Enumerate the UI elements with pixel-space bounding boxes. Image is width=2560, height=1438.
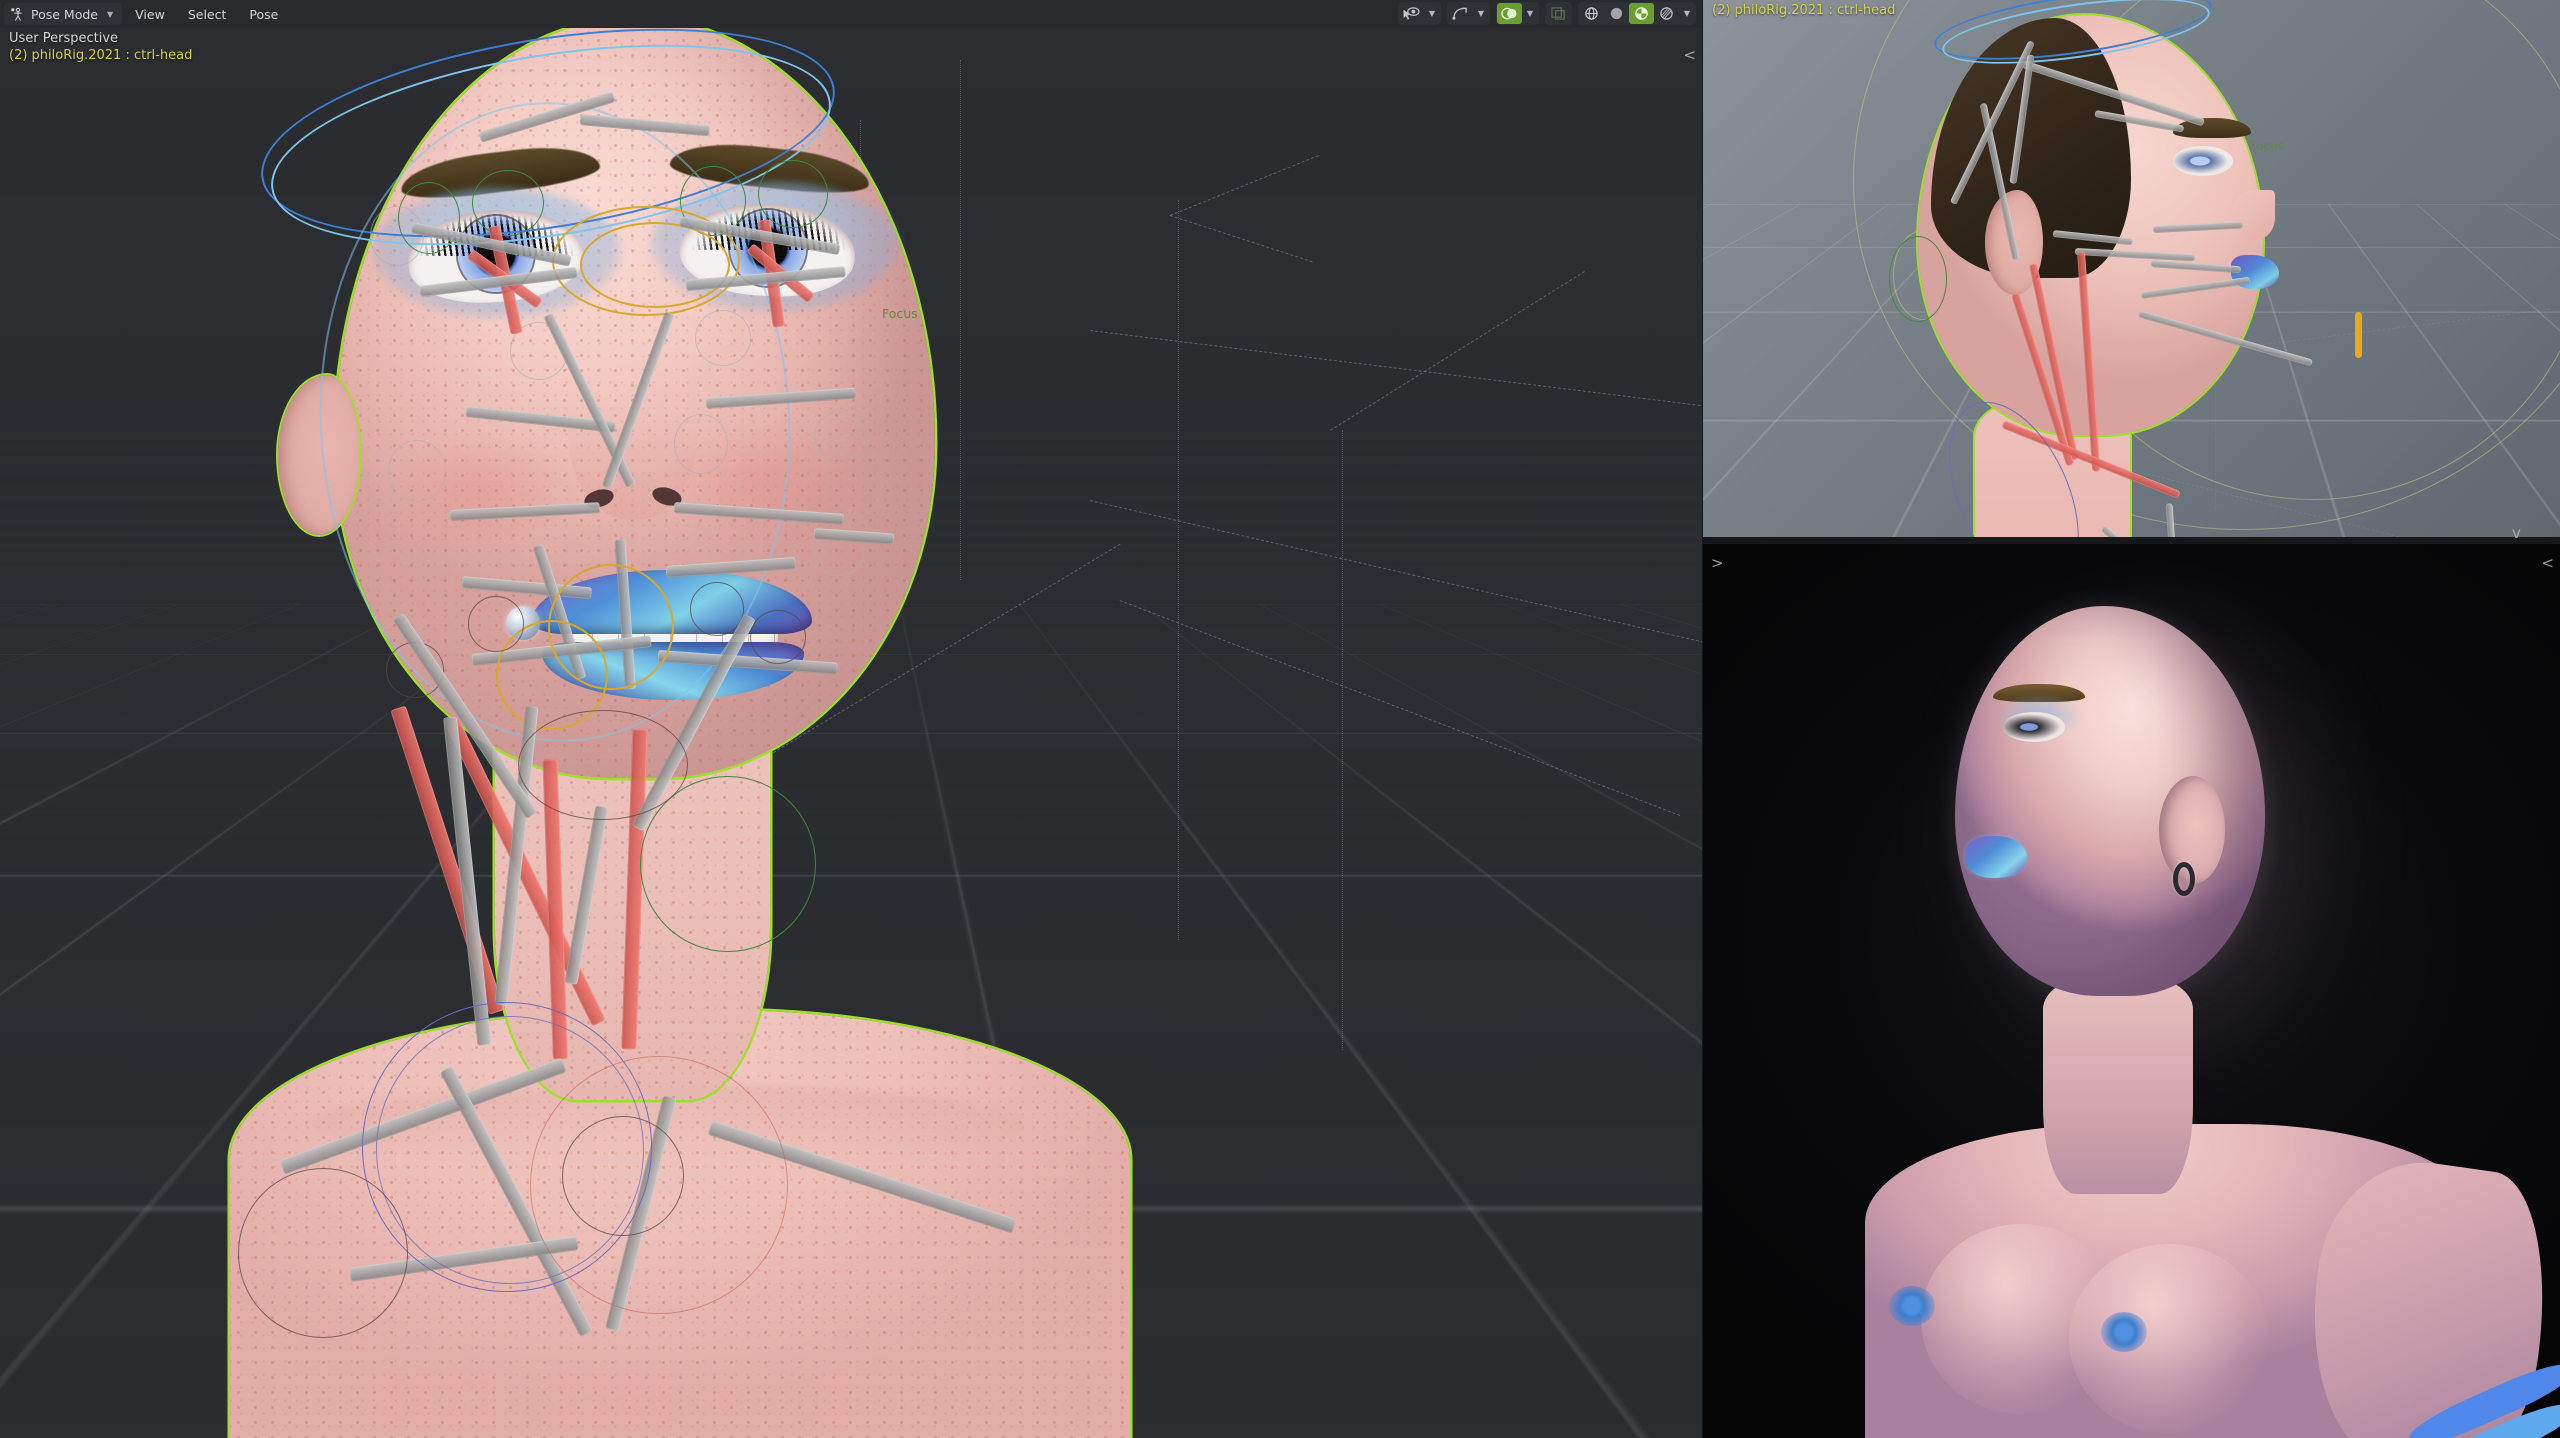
gizmo-arc-arrow-icon[interactable]: [1448, 3, 1473, 24]
object-visibility-group: ▼: [1398, 2, 1441, 25]
main-3d-viewport[interactable]: User Perspective (2) philoRig.2021 : ctr…: [0, 0, 1702, 1438]
character-mesh[interactable]: [150, 0, 1270, 1438]
bone-ring-sternum[interactable]: [562, 1116, 684, 1236]
rendered-sphere-icon[interactable]: [1654, 3, 1679, 24]
menu-select-label: Select: [187, 6, 227, 22]
material-preview-icon[interactable]: [1629, 3, 1654, 24]
bone-ring-shoulder-left[interactable]: [238, 1168, 408, 1338]
shading-mode-group: ▼: [1578, 2, 1696, 25]
solid-sphere-icon[interactable]: [1604, 3, 1629, 24]
eye-cursor-icon[interactable]: [1399, 3, 1424, 24]
object-visibility-dropdown[interactable]: ▼: [1424, 3, 1440, 24]
bone-ring-cheek-left[interactable]: [388, 440, 446, 502]
side-profile-viewport[interactable]: (2) philoRig.2021 : ctrl-head Focus: [1703, 0, 2560, 537]
bone-ring-chin[interactable]: [518, 710, 688, 820]
viewport-header-bar: Pose Mode ▼ View Select Pose ▼ ▼ ▼ ▼: [0, 0, 1702, 28]
menu-select[interactable]: Select: [178, 3, 237, 25]
header-right-controls: ▼ ▼ ▼ ▼: [1398, 2, 1696, 25]
side-bone-selected-marker[interactable]: [2355, 312, 2362, 358]
pose-mode-icon: [10, 7, 25, 22]
gizmo-dropdown[interactable]: ▼: [1473, 3, 1489, 24]
shading-dropdown[interactable]: ▼: [1679, 3, 1695, 24]
bone-ring-mouth-outer-right[interactable]: [750, 610, 806, 664]
mode-selector-button[interactable]: Pose Mode ▼: [4, 3, 123, 25]
bone-ring-throat[interactable]: [640, 776, 816, 952]
render-viewport-sidebar-toggle[interactable]: >: [1711, 554, 1724, 572]
overlays-two-circles-icon[interactable]: [1497, 3, 1522, 24]
bone-ring-eye-left-outer[interactable]: [370, 206, 424, 266]
overlays-group: ▼: [1496, 2, 1539, 25]
bone-ring-eye-selected-inner[interactable]: [580, 222, 730, 308]
wireframe-globe-icon[interactable]: [1579, 3, 1604, 24]
mode-selector-label: Pose Mode: [31, 6, 98, 22]
bone-ring-cheek-right[interactable]: [674, 414, 728, 474]
gizmo-group: ▼: [1447, 2, 1490, 25]
bone-ring-eye-right-lower[interactable]: [695, 310, 751, 366]
bone-ring-brow-outer-right[interactable]: [758, 160, 828, 228]
menu-view[interactable]: View: [125, 3, 175, 25]
xray-squares-icon[interactable]: [1546, 3, 1571, 24]
render-preview-viewport[interactable]: > <: [1703, 544, 2560, 1438]
chevron-down-icon: ▼: [106, 9, 114, 19]
bone-ring-lip-left[interactable]: [468, 596, 524, 652]
blender-window: User Perspective (2) philoRig.2021 : ctr…: [0, 0, 2560, 1438]
side-viewport-active-object-label: (2) philoRig.2021 : ctrl-head: [1712, 3, 1896, 18]
main-viewport-sidebar-toggle[interactable]: <: [1683, 46, 1696, 64]
bone-ring-temple-right[interactable]: [814, 412, 866, 460]
bone-ring-brow-outer-left[interactable]: [472, 170, 544, 236]
menu-pose[interactable]: Pose: [239, 3, 288, 25]
render-viewport-collapse-toggle[interactable]: <: [2541, 554, 2554, 572]
menu-view-label: View: [135, 6, 165, 22]
side-bone-ring-guide[interactable]: [1889, 236, 1947, 322]
menu-pose-label: Pose: [249, 6, 279, 22]
overlays-dropdown[interactable]: ▼: [1522, 3, 1538, 24]
xray-group: [1545, 2, 1572, 25]
side-viewport-collapse-toggle[interactable]: v: [2512, 524, 2521, 542]
